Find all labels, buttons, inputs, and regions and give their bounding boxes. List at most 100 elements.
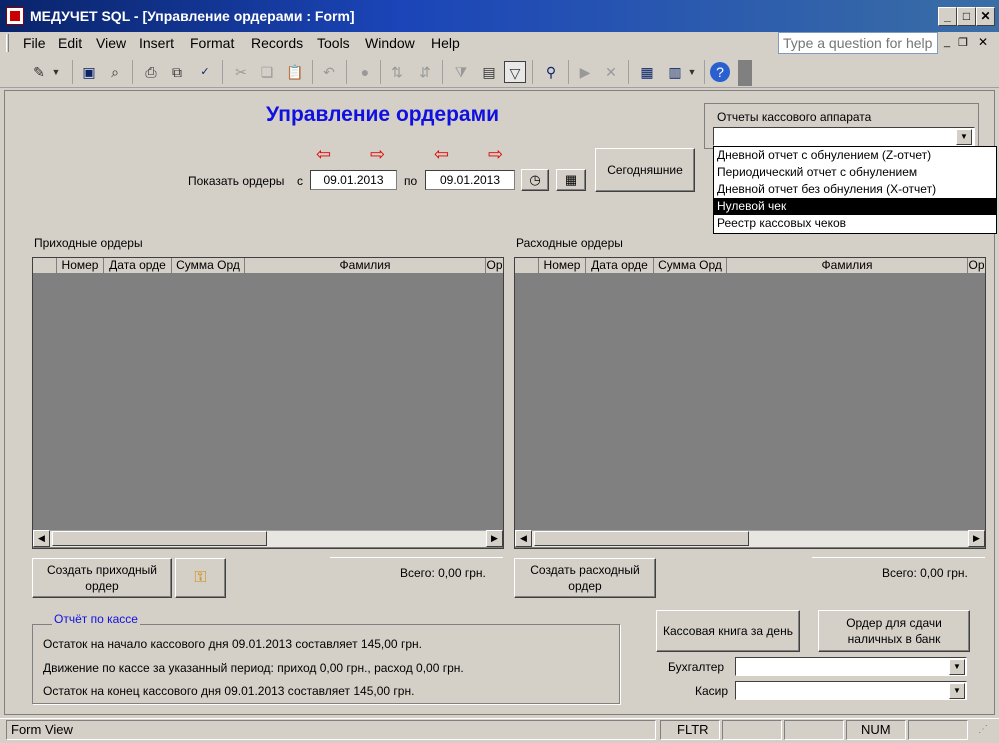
dropdown-option-selected[interactable]: Нулевой чек xyxy=(714,198,996,215)
app-icon[interactable] xyxy=(6,7,24,25)
spelling-icon[interactable]: ✓ xyxy=(194,61,216,83)
menu-file[interactable]: File xyxy=(23,35,46,51)
search-file-icon[interactable]: ⌕ xyxy=(104,61,126,83)
incoming-orders-grid[interactable]: Номер Дата орде Сумма Орд Фамилия Ор xyxy=(32,257,504,549)
new-object-dropdown-icon[interactable]: ▼ xyxy=(686,61,698,83)
view-dropdown-icon[interactable]: ▼ xyxy=(50,61,62,83)
cashier-label: Касир xyxy=(695,684,729,698)
scroll-left-icon[interactable]: ◀ xyxy=(515,530,532,547)
scroll-thumb[interactable] xyxy=(534,531,749,546)
scroll-thumb[interactable] xyxy=(52,531,267,546)
design-view-icon[interactable]: ✎ xyxy=(28,61,50,83)
new-record-icon[interactable]: ▶ xyxy=(574,61,596,83)
paste-icon[interactable]: 📋 xyxy=(284,61,306,83)
cash-report-legend: Отчёт по кассе xyxy=(52,612,140,626)
filter-by-selection-icon[interactable]: ⧩ xyxy=(450,61,472,83)
cashier-combo[interactable] xyxy=(735,681,967,700)
print-icon[interactable]: ⎙ xyxy=(140,61,162,83)
cut-icon[interactable]: ✂ xyxy=(230,61,252,83)
save-icon[interactable]: ▣ xyxy=(78,61,100,83)
show-orders-label: Показать ордеры xyxy=(188,174,285,188)
copy-icon[interactable]: ❏ xyxy=(256,61,278,83)
date-to-field[interactable]: 09.01.2013 xyxy=(425,170,515,190)
toolbar-options-icon[interactable] xyxy=(738,60,752,86)
column-header[interactable]: Ор xyxy=(968,258,985,273)
date-from-field[interactable]: 09.01.2013 xyxy=(310,170,397,190)
column-header[interactable]: Номер xyxy=(57,258,104,273)
dropdown-option[interactable]: Дневной отчет с обнулением (Z-отчет) xyxy=(714,147,996,164)
column-header[interactable]: Фамилия xyxy=(727,258,968,273)
outgoing-orders-grid[interactable]: Номер Дата орде Сумма Орд Фамилия Ор xyxy=(514,257,986,549)
doc-restore-icon[interactable]: ❐ xyxy=(958,36,968,49)
toolbar-separator xyxy=(704,60,705,84)
column-header[interactable]: Дата орде xyxy=(104,258,172,273)
toolbar-separator xyxy=(568,60,569,84)
status-num: NUM xyxy=(846,720,906,740)
dropdown-option[interactable]: Реестр кассовых чеков xyxy=(714,215,996,232)
scroll-right-icon[interactable]: ▶ xyxy=(968,530,985,547)
apply-filter-icon[interactable]: ▽ xyxy=(504,61,526,83)
resize-grip-icon[interactable]: ⋰ xyxy=(978,724,988,735)
cash-reports-combo[interactable] xyxy=(713,127,975,146)
status-filter: FLTR xyxy=(660,720,720,740)
menu-grip[interactable] xyxy=(6,34,9,52)
print-preview-icon[interactable]: ⧉ xyxy=(166,61,188,83)
help-search-input[interactable] xyxy=(778,32,938,54)
delete-record-icon[interactable]: ✕ xyxy=(600,61,622,83)
cash-reports-label: Отчеты кассового аппарата xyxy=(717,110,872,124)
chevron-down-icon[interactable]: ▼ xyxy=(949,683,965,699)
toolbar-separator xyxy=(532,60,533,84)
menu-edit[interactable]: Edit xyxy=(58,35,82,51)
row-selector-header[interactable] xyxy=(33,258,57,273)
menu-records[interactable]: Records xyxy=(251,35,303,51)
new-object-icon[interactable]: ▥ xyxy=(664,61,686,83)
chevron-down-icon[interactable]: ▼ xyxy=(956,129,972,145)
row-selector-header[interactable] xyxy=(515,258,539,273)
accountant-combo[interactable] xyxy=(735,657,967,676)
bank-order-button[interactable]: Ордер для сдачи наличных в банк xyxy=(818,610,970,652)
sort-ascending-icon[interactable]: ⇅ xyxy=(386,61,408,83)
column-header[interactable]: Дата орде xyxy=(586,258,654,273)
from-prev-arrow-icon[interactable]: ⇦ xyxy=(316,144,331,165)
cash-book-button[interactable]: Кассовая книга за день xyxy=(656,610,800,652)
help-icon[interactable]: ? xyxy=(710,62,730,82)
menu-format[interactable]: Format xyxy=(190,35,234,51)
column-header[interactable]: Сумма Орд xyxy=(654,258,727,273)
menu-window[interactable]: Window xyxy=(365,35,415,51)
toolbar-separator xyxy=(380,60,381,84)
clock-icon[interactable]: ◷ xyxy=(521,169,549,191)
find-icon[interactable]: ⚲ xyxy=(540,61,562,83)
keys-icon[interactable]: ⚿ xyxy=(175,558,226,598)
column-header[interactable]: Сумма Орд xyxy=(172,258,245,273)
from-next-arrow-icon[interactable]: ⇨ xyxy=(370,144,385,165)
column-header[interactable]: Фамилия xyxy=(245,258,486,273)
to-prev-arrow-icon[interactable]: ⇦ xyxy=(434,144,449,165)
menu-view[interactable]: View xyxy=(96,35,126,51)
column-header[interactable]: Номер xyxy=(539,258,586,273)
chevron-down-icon[interactable]: ▼ xyxy=(949,659,965,675)
create-outgoing-order-button[interactable]: Создать расходный ордер xyxy=(514,558,656,598)
dropdown-option[interactable]: Периодический отчет с обнулением xyxy=(714,164,996,181)
insert-object-icon[interactable]: ● xyxy=(354,61,376,83)
dropdown-option[interactable]: Дневной отчет без обнуления (X-отчет) xyxy=(714,181,996,198)
minimize-button[interactable]: _ xyxy=(938,7,957,26)
scroll-right-icon[interactable]: ▶ xyxy=(486,530,503,547)
doc-minimize-icon[interactable]: _ xyxy=(944,36,950,48)
close-button[interactable]: ✕ xyxy=(976,7,995,26)
doc-close-icon[interactable]: ✕ xyxy=(978,35,988,49)
column-header[interactable]: Ор xyxy=(486,258,503,273)
calendar-icon[interactable]: ▦ xyxy=(556,169,586,191)
menu-tools[interactable]: Tools xyxy=(317,35,350,51)
undo-icon[interactable]: ↶ xyxy=(318,61,340,83)
scroll-left-icon[interactable]: ◀ xyxy=(33,530,50,547)
database-window-icon[interactable]: ▦ xyxy=(636,61,658,83)
today-button[interactable]: Сегодняшние xyxy=(595,148,695,192)
to-next-arrow-icon[interactable]: ⇨ xyxy=(488,144,503,165)
menu-help[interactable]: Help xyxy=(431,35,460,51)
create-incoming-order-button[interactable]: Создать приходный ордер xyxy=(32,558,172,598)
report-line-end: Остаток на конец кассового дня 09.01.201… xyxy=(43,684,415,698)
sort-descending-icon[interactable]: ⇵ xyxy=(414,61,436,83)
menu-insert[interactable]: Insert xyxy=(139,35,174,51)
filter-by-form-icon[interactable]: ▤ xyxy=(478,61,500,83)
maximize-button[interactable]: □ xyxy=(957,7,976,26)
